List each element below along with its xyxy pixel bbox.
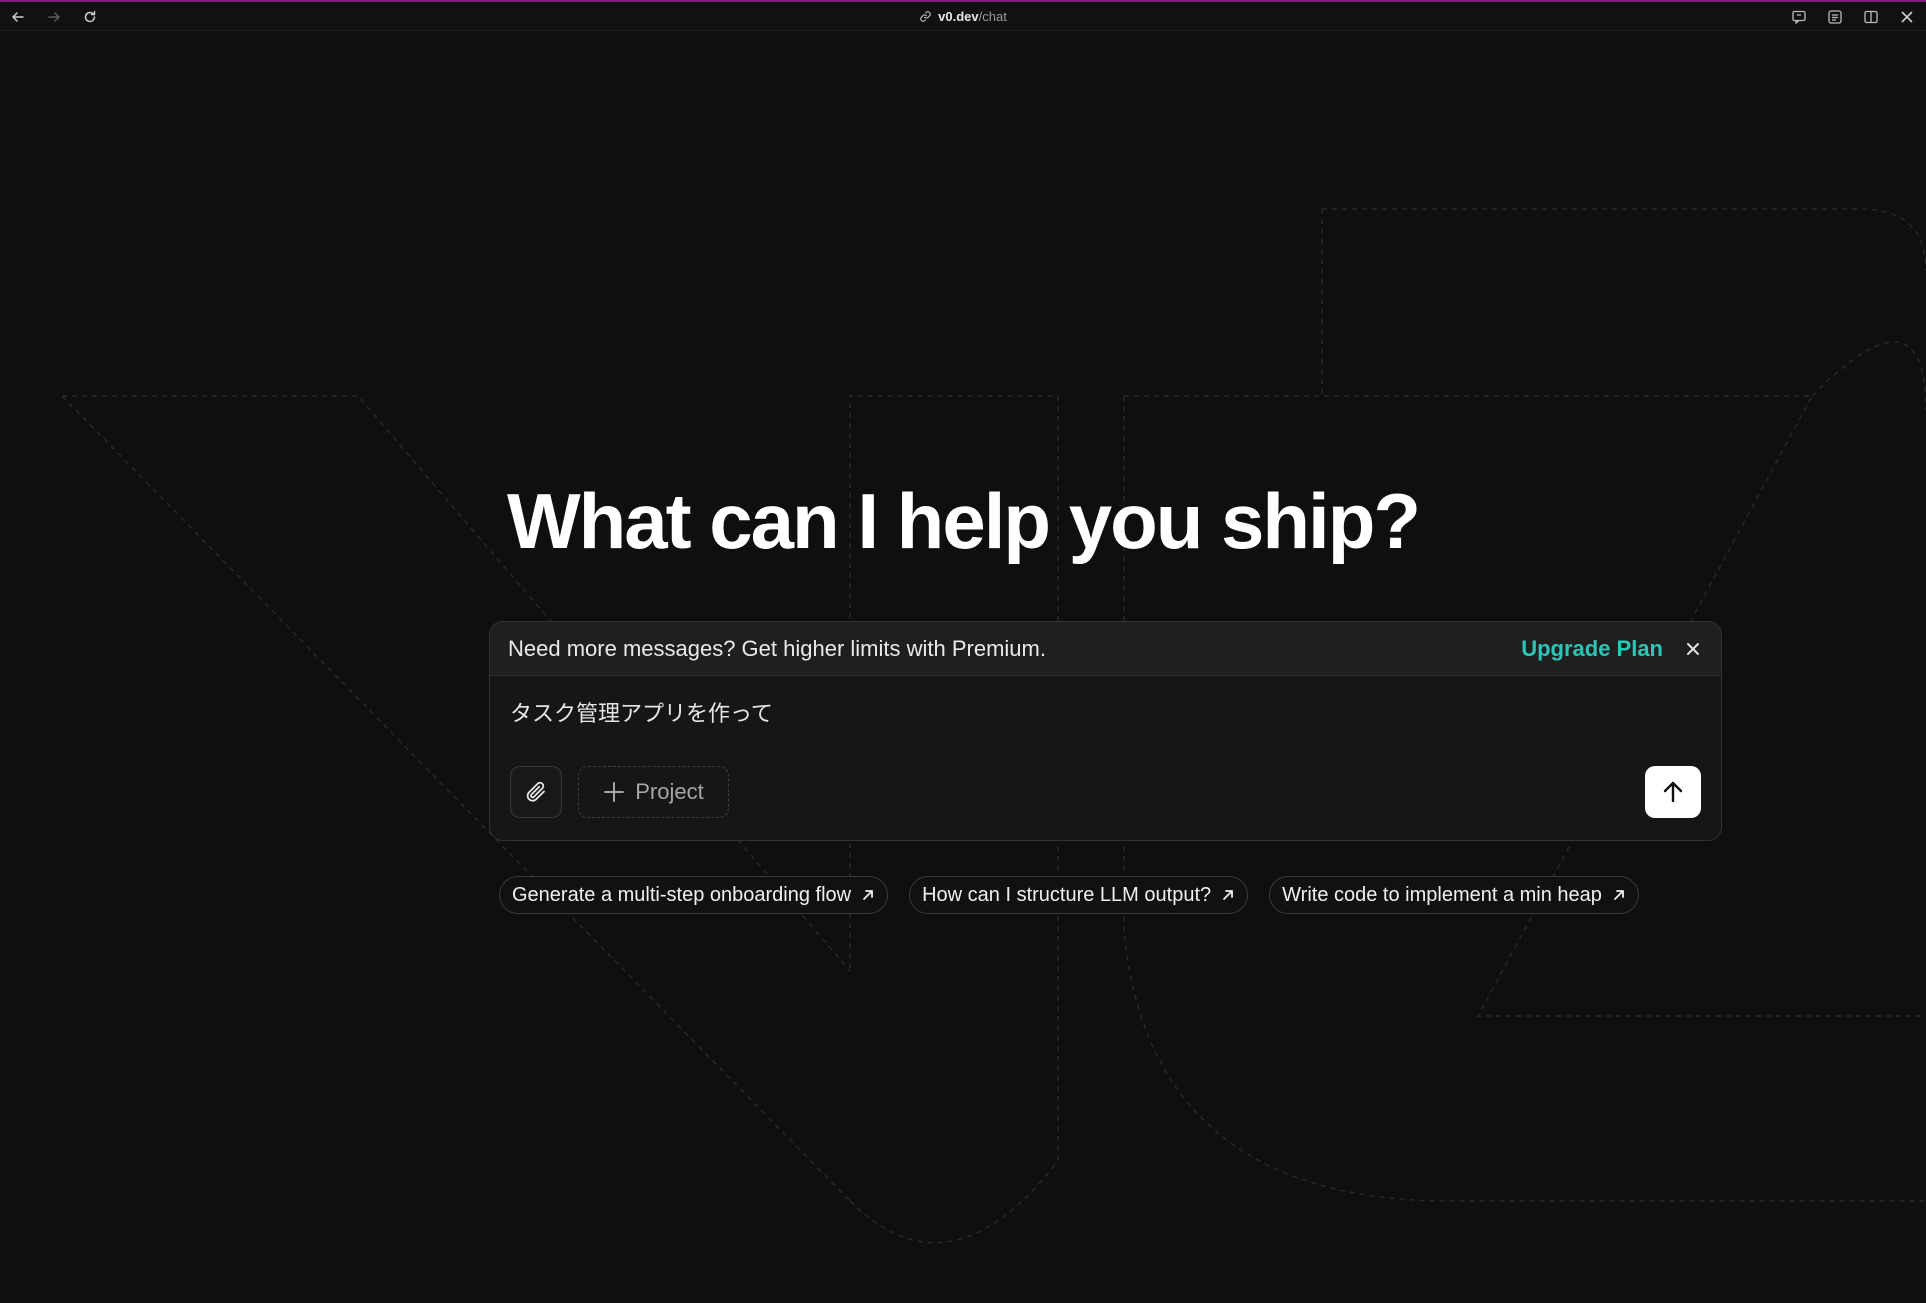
split-view-icon[interactable]	[1860, 7, 1882, 27]
project-label: Project	[635, 779, 704, 804]
arrow-up-right-icon	[1614, 890, 1624, 900]
plus-icon	[604, 782, 625, 802]
url-path: /chat	[978, 9, 1007, 24]
arrow-up-right-icon	[863, 890, 873, 900]
page-title: What can I help you ship?	[506, 477, 1421, 565]
suggestion-chip[interactable]: How can I structure LLM output?	[909, 876, 1249, 914]
close-icon[interactable]	[1683, 639, 1703, 659]
send-button[interactable]	[1645, 766, 1701, 818]
chat-icon[interactable]	[1788, 7, 1810, 27]
suggestion-chip[interactable]: Write code to implement a min heap	[1269, 876, 1639, 914]
suggestion-label: How can I structure LLM output?	[922, 883, 1212, 906]
browser-toolbar: v0.dev/chat	[0, 0, 1926, 31]
chat-composer: Need more messages? Get higher limits wi…	[489, 621, 1722, 841]
upgrade-banner: Need more messages? Get higher limits wi…	[490, 622, 1721, 676]
arrow-up-icon	[1663, 781, 1683, 803]
attach-button[interactable]	[510, 766, 562, 818]
paperclip-icon	[526, 781, 545, 802]
arrow-up-right-icon	[1223, 890, 1234, 900]
upgrade-plan-link[interactable]: Upgrade Plan	[1521, 636, 1663, 662]
link-icon	[920, 11, 931, 22]
suggestion-label: Write code to implement a min heap	[1282, 883, 1602, 906]
address-bar[interactable]: v0.dev/chat	[0, 7, 1926, 27]
close-window-icon[interactable]	[1896, 7, 1918, 27]
add-project-button[interactable]: Project	[578, 766, 729, 818]
list-icon[interactable]	[1824, 7, 1846, 27]
suggestion-chip[interactable]: Generate a multi-step onboarding flow	[499, 876, 889, 914]
banner-message: Need more messages? Get higher limits wi…	[508, 635, 1046, 661]
prompt-input[interactable]: タスク管理アプリを作って	[510, 696, 773, 728]
suggestion-label: Generate a multi-step onboarding flow	[512, 883, 852, 906]
suggestion-list: Generate a multi-step onboarding flow Ho…	[499, 876, 1639, 914]
url-host: v0.dev	[938, 9, 979, 24]
